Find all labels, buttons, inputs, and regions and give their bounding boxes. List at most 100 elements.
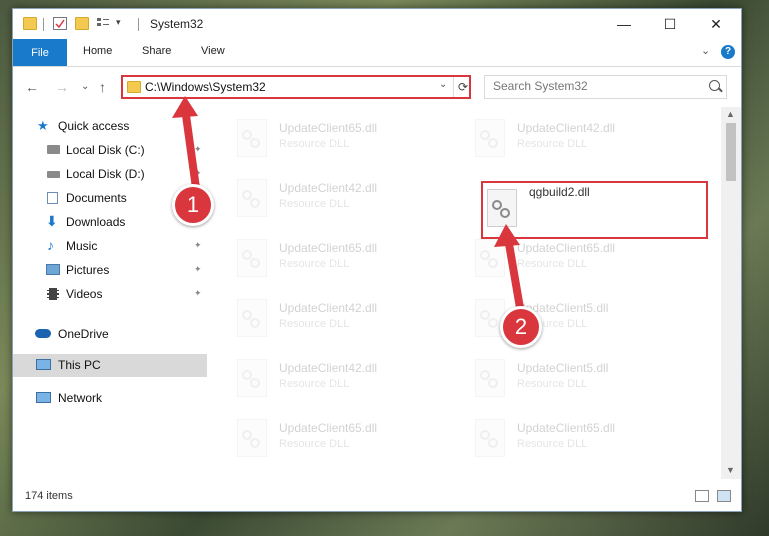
dll-file-icon [237,179,267,217]
file-name: UpdateClient65.dll [279,421,378,435]
annotation-badge-2: 2 [500,306,542,348]
sidebar-item-this-pc[interactable]: This PC [13,354,207,377]
status-bar: 174 items [13,481,741,511]
tab-view[interactable]: View [201,45,225,57]
large-icons-view-icon[interactable] [717,490,731,502]
documents-icon [47,192,58,204]
expand-ribbon-icon[interactable]: ⌄ [701,44,710,57]
file-item[interactable]: UpdateClient42.dll Resource DLL [229,293,449,349]
file-type: Resource DLL [279,258,350,270]
dll-file-icon [475,119,505,157]
forward-button[interactable]: → [55,79,69,95]
sidebar-item-pictures[interactable]: Pictures ✦ [13,259,207,281]
up-button[interactable]: ↑ [99,79,106,95]
address-row: ← → ⌄ ↑ C:\Windows\System32 ⌄ ⟳ [13,67,741,107]
title-bar: ▾ System32 — ☐ ✕ [13,9,741,39]
address-path[interactable]: C:\Windows\System32 [145,80,266,94]
dll-file-icon [475,359,505,397]
back-button[interactable]: ← [25,79,39,95]
recent-locations-button[interactable]: ⌄ [81,81,89,92]
file-name: UpdateClient65.dll [517,421,616,435]
dll-file-icon [237,419,267,457]
dll-file-icon [475,419,505,457]
file-name: UpdateClient42.dll [279,301,378,315]
file-type: Resource DLL [279,438,350,450]
sidebar-item-local-disk-c[interactable]: Local Disk (C:) ✦ [13,139,207,161]
computer-icon [36,359,51,370]
new-folder-icon[interactable] [75,17,89,30]
file-name: UpdateClient65.dll [279,121,378,135]
pin-icon: ✦ [194,264,202,274]
file-item[interactable]: UpdateClient65.dll Resource DLL [229,233,449,289]
file-item[interactable]: UpdateClient42.dll Resource DLL [467,113,687,169]
file-item[interactable]: UpdateClient65.dll Resource DLL [229,113,449,169]
sidebar-item-network[interactable]: Network [13,387,207,409]
pin-icon: ✦ [194,168,202,178]
file-item[interactable]: UpdateClient42.dll Resource DLL [229,353,449,409]
customize-icon[interactable] [97,17,111,30]
file-type: Resource DLL [279,318,350,330]
sidebar-item-videos[interactable]: Videos ✦ [13,283,207,305]
sidebar-item-music[interactable]: ♪ Music ✦ [13,235,207,257]
file-name: UpdateClient65.dll [279,241,378,255]
file-item[interactable]: UpdateClient65.dll Resource DLL [229,413,449,469]
file-item[interactable]: UpdateClient65.dll Resource DLL [467,413,687,469]
help-icon[interactable]: ? [721,45,735,59]
drive-icon [47,171,60,178]
properties-icon[interactable] [53,17,67,30]
sidebar-item-onedrive[interactable]: OneDrive [13,323,207,345]
dll-file-icon [237,239,267,277]
pin-icon: ✦ [194,240,202,250]
address-bar[interactable]: C:\Windows\System32 ⌄ ⟳ [121,75,471,99]
file-name: UpdateClient5.dll [517,361,609,375]
folder-icon [127,81,141,93]
tab-home[interactable]: Home [83,45,112,57]
refresh-button[interactable]: ⟳ [453,77,472,97]
quick-access-dropdown-icon[interactable]: ▾ [116,17,130,30]
search-input[interactable] [493,79,693,93]
search-box[interactable] [484,75,727,99]
explorer-window: ▾ System32 — ☐ ✕ File Home Share View ⌄ … [12,8,742,512]
scroll-up-icon[interactable]: ▲ [726,109,735,119]
file-name: UpdateClient42.dll [279,181,378,195]
pictures-icon [46,264,60,275]
file-name: UpdateClient42.dll [517,121,616,135]
dll-file-icon [237,299,267,337]
file-item[interactable]: UpdateClient65.dll Resource DLL [467,233,687,289]
file-name: UpdateClient65.dll [517,241,616,255]
sidebar-item-label: Downloads [66,215,126,229]
sidebar-item-label: Local Disk (C:) [66,143,145,157]
dll-file-icon [237,119,267,157]
file-type: Resource DLL [517,438,588,450]
minimize-button[interactable]: — [601,9,647,39]
annotation-badge-1: 1 [172,184,214,226]
file-type: Resource DLL [279,198,350,210]
item-count: 174 items [25,490,73,502]
cloud-icon [35,329,51,338]
scroll-thumb[interactable] [726,123,736,181]
pin-icon: ✦ [194,144,202,154]
sidebar-item-label: Music [66,239,98,253]
ribbon: File Home Share View ⌄ ? [13,39,741,67]
details-view-icon[interactable] [695,490,709,502]
sidebar-item-quick-access[interactable]: ★ Quick access [13,115,207,137]
close-button[interactable]: ✕ [693,9,739,39]
pin-icon: ✦ [194,288,202,298]
sidebar-item-label: Pictures [66,263,110,277]
address-dropdown-icon[interactable]: ⌄ [439,79,447,90]
maximize-button[interactable]: ☐ [647,9,693,39]
tab-file[interactable]: File [13,39,67,66]
vertical-scrollbar[interactable]: ▲ ▼ [721,107,741,479]
sidebar-item-local-disk-d[interactable]: Local Disk (D:) ✦ [13,163,207,185]
divider [43,18,44,31]
file-type: Resource DLL [279,138,350,150]
search-icon[interactable] [709,80,720,91]
file-item[interactable]: UpdateClient42.dll Resource DLL [229,173,449,229]
file-item[interactable]: UpdateClient5.dll Resource DLL [467,353,687,409]
tab-share[interactable]: Share [142,45,171,57]
sidebar-item-label: Documents [66,191,127,205]
sidebar-item-label: Videos [66,287,103,301]
scroll-down-icon[interactable]: ▼ [726,465,735,475]
download-icon: ⬇ [46,213,58,229]
navigation-pane: ★ Quick access Local Disk (C:) ✦ Local D… [13,107,208,479]
